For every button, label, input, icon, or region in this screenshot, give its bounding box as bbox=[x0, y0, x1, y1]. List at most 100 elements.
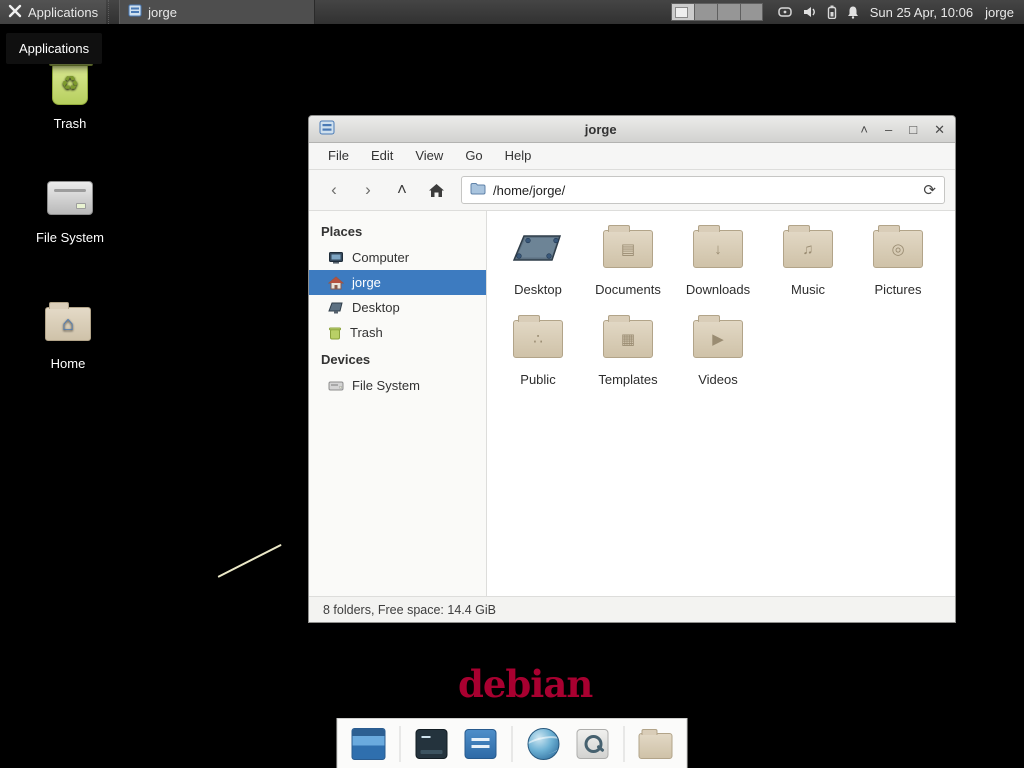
home-icon bbox=[328, 276, 344, 290]
sidebar-item-computer[interactable]: Computer bbox=[309, 245, 486, 270]
menu-edit[interactable]: Edit bbox=[360, 143, 404, 169]
applications-menu-icon bbox=[8, 4, 22, 21]
dock-item-file-manager[interactable] bbox=[638, 726, 674, 762]
folder-label: Documents bbox=[595, 282, 661, 297]
desktop-icon-label: File System bbox=[20, 230, 120, 245]
template-emblem: ▦ bbox=[621, 332, 635, 347]
close-button[interactable]: ✕ bbox=[934, 123, 945, 136]
path-folder-icon bbox=[470, 182, 486, 198]
music-note-emblem: ♫ bbox=[802, 242, 813, 257]
desktop-special-icon bbox=[511, 223, 565, 275]
workspace-1[interactable] bbox=[671, 3, 694, 21]
workspace-3[interactable] bbox=[717, 3, 740, 21]
folder-label: Templates bbox=[598, 372, 657, 387]
desktop-icon-trash[interactable]: ♻ Trash bbox=[20, 58, 120, 131]
menu-help[interactable]: Help bbox=[494, 143, 543, 169]
power-manager-icon[interactable] bbox=[827, 5, 837, 19]
folder-icon: ▦ bbox=[603, 320, 653, 358]
forward-button[interactable]: › bbox=[353, 176, 383, 204]
folder-item-templates[interactable]: ▦ Templates bbox=[583, 313, 673, 387]
drive-icon bbox=[328, 380, 344, 392]
dock-item-terminal[interactable] bbox=[414, 726, 450, 762]
titlebar[interactable]: jorge ˄ – □ ✕ bbox=[309, 116, 955, 143]
places-header: Places bbox=[309, 217, 486, 245]
sidebar-item-label: Computer bbox=[352, 250, 409, 265]
menubar: File Edit View Go Help bbox=[309, 143, 955, 170]
download-arrow-emblem: ↓ bbox=[714, 242, 722, 257]
desktop-icon-label: Home bbox=[18, 356, 118, 371]
dock-separator bbox=[512, 726, 513, 762]
devices-header: Devices bbox=[309, 345, 486, 373]
window-body: Places Computer jorge Desktop bbox=[309, 211, 955, 596]
folder-label: Videos bbox=[698, 372, 738, 387]
applications-tooltip: Applications bbox=[6, 33, 102, 64]
reload-button[interactable]: ⟳ bbox=[923, 181, 936, 199]
share-emblem: ∴ bbox=[533, 332, 543, 347]
debian-wordmark: debian bbox=[458, 662, 592, 706]
home-button[interactable] bbox=[421, 176, 451, 204]
input-indicator-icon[interactable] bbox=[777, 5, 793, 19]
maximize-button[interactable]: □ bbox=[909, 123, 917, 136]
shade-button[interactable]: ˄ bbox=[860, 123, 868, 136]
system-tray bbox=[777, 5, 860, 19]
folder-item-desktop[interactable]: Desktop bbox=[493, 223, 583, 297]
folder-dock-icon bbox=[639, 733, 673, 759]
dock-item-panel[interactable] bbox=[463, 726, 499, 762]
folder-item-videos[interactable]: ▶ Videos bbox=[673, 313, 763, 387]
workspace-2[interactable] bbox=[694, 3, 717, 21]
up-button[interactable]: ˄ bbox=[387, 176, 417, 204]
folder-item-music[interactable]: ♫ Music bbox=[763, 223, 853, 297]
workspace-4[interactable] bbox=[740, 3, 763, 21]
folder-label: Pictures bbox=[875, 282, 922, 297]
toolbar: ‹ › ˄ /home/jorge/ ⟳ bbox=[309, 170, 955, 211]
menu-view[interactable]: View bbox=[404, 143, 454, 169]
file-manager-window: jorge ˄ – □ ✕ File Edit View Go Help ‹ ›… bbox=[308, 115, 956, 623]
camera-emblem: ◎ bbox=[891, 242, 904, 257]
folder-item-pictures[interactable]: ◎ Pictures bbox=[853, 223, 943, 297]
volume-icon[interactable] bbox=[802, 5, 818, 19]
recycle-glyph: ♻ bbox=[61, 74, 79, 94]
sidebar-item-trash[interactable]: Trash bbox=[309, 320, 486, 345]
folder-label: Music bbox=[791, 282, 825, 297]
dock-item-app-finder[interactable] bbox=[575, 726, 611, 762]
folder-label: Downloads bbox=[686, 282, 750, 297]
sidebar-item-desktop[interactable]: Desktop bbox=[309, 295, 486, 320]
folder-label: Desktop bbox=[514, 282, 562, 297]
folder-icon: ♫ bbox=[783, 230, 833, 268]
panel-clock[interactable]: Sun 25 Apr, 10:06 bbox=[870, 5, 973, 20]
panel-separator bbox=[108, 0, 113, 24]
folder-item-documents[interactable]: ▤ Documents bbox=[583, 223, 673, 297]
statusbar: 8 folders, Free space: 14.4 GiB bbox=[309, 596, 955, 622]
folder-item-public[interactable]: ∴ Public bbox=[493, 313, 583, 387]
desktop-icon-home[interactable]: ⌂ Home bbox=[18, 298, 118, 371]
folder-item-downloads[interactable]: ↓ Downloads bbox=[673, 223, 763, 297]
location-bar[interactable]: /home/jorge/ ⟳ bbox=[461, 176, 945, 204]
applications-menu-label: Applications bbox=[28, 5, 98, 20]
taskbar-window-icon bbox=[128, 4, 142, 20]
dock-item-web-browser[interactable] bbox=[526, 726, 562, 762]
terminal-icon bbox=[416, 729, 448, 759]
folder-icon: ▤ bbox=[603, 230, 653, 268]
taskbar-window-button[interactable]: jorge bbox=[119, 0, 315, 24]
folder-view[interactable]: Desktop ▤ Documents ↓ Downloads ♫ Music … bbox=[487, 211, 955, 596]
folder-icon: ∴ bbox=[513, 320, 563, 358]
desktop-icon-label: Trash bbox=[20, 116, 120, 131]
sidebar-item-jorge[interactable]: jorge bbox=[309, 270, 486, 295]
menu-go[interactable]: Go bbox=[454, 143, 493, 169]
sidebar-item-file-system[interactable]: File System bbox=[309, 373, 486, 398]
folder-icon: ▶ bbox=[693, 320, 743, 358]
back-button[interactable]: ‹ bbox=[319, 176, 349, 204]
path-text[interactable]: /home/jorge/ bbox=[493, 183, 916, 198]
dock-item-desktop[interactable] bbox=[351, 726, 387, 762]
panel-user-menu[interactable]: jorge bbox=[985, 5, 1014, 20]
menu-file[interactable]: File bbox=[317, 143, 360, 169]
globe-icon bbox=[528, 728, 560, 760]
film-emblem: ▶ bbox=[712, 332, 724, 347]
taskbar-window-label: jorge bbox=[148, 5, 177, 20]
minimize-button[interactable]: – bbox=[885, 123, 892, 136]
applications-menu-button[interactable]: Applications bbox=[0, 0, 106, 24]
notifications-bell-icon[interactable] bbox=[846, 5, 860, 19]
folder-icon: ◎ bbox=[873, 230, 923, 268]
window-controls: ˄ – □ ✕ bbox=[860, 123, 945, 136]
desktop-icon-file-system[interactable]: File System bbox=[20, 172, 120, 245]
